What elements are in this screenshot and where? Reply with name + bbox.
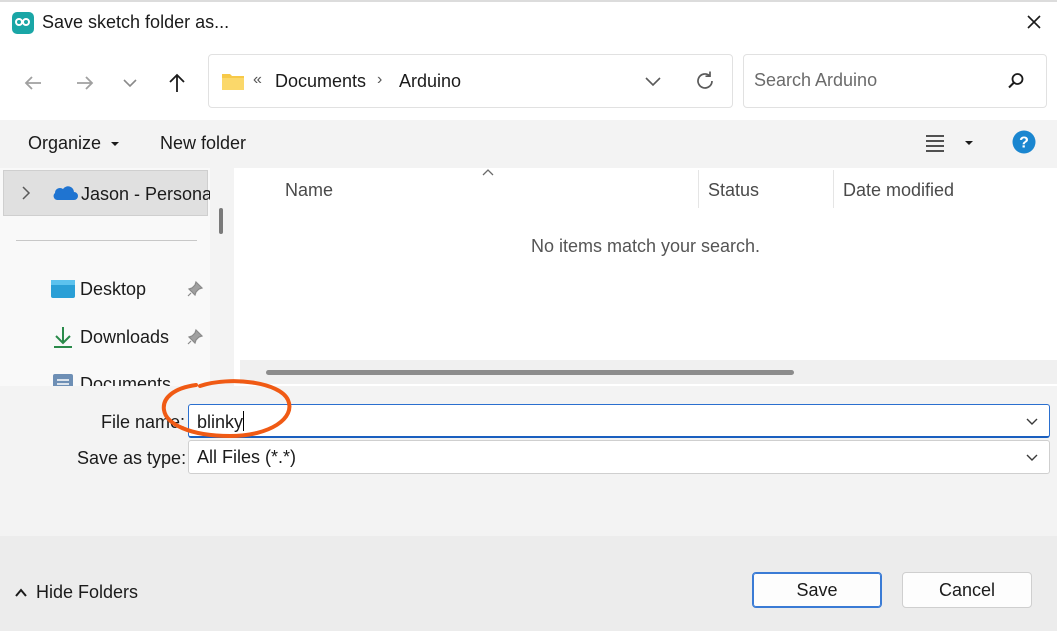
sidebar-divider xyxy=(16,240,197,241)
new-folder-button[interactable]: New folder xyxy=(160,133,246,154)
save-type-dropdown[interactable]: All Files (*.*) xyxy=(188,440,1050,474)
arrow-right-icon xyxy=(77,76,94,90)
sidebar-item-label: Jason - Personal xyxy=(81,184,210,204)
sidebar-item-downloads[interactable]: Downloads xyxy=(50,323,169,351)
column-header-status[interactable]: Status xyxy=(708,180,759,201)
breadcrumb-overflow[interactable]: « xyxy=(253,71,262,89)
organize-label: Organize xyxy=(28,133,102,153)
sidebar-item-label: Desktop xyxy=(80,278,147,299)
column-header-name[interactable]: Name xyxy=(285,180,333,201)
folder-icon xyxy=(222,74,244,90)
scrollbar-thumb[interactable] xyxy=(266,370,794,375)
sidebar-item-onedrive[interactable]: Jason - Personal xyxy=(3,170,210,216)
window-title: Save sketch folder as... xyxy=(42,12,230,32)
cancel-button[interactable]: Cancel xyxy=(902,572,1032,608)
chevron-up-icon xyxy=(15,587,27,597)
column-header-date-modified[interactable]: Date modified xyxy=(843,180,954,201)
list-view-icon xyxy=(926,135,944,152)
chevron-down-icon xyxy=(123,79,137,88)
save-options-pane: File name: blinky Save as type: All File… xyxy=(0,386,1057,536)
column-divider[interactable] xyxy=(698,170,699,208)
sidebar-scrollbar[interactable] xyxy=(210,168,234,386)
navigation-pane: Jason - Personal Desktop Downloads Docum… xyxy=(0,168,210,386)
file-name-value[interactable]: blinky xyxy=(197,411,245,433)
scrollbar-thumb[interactable] xyxy=(219,208,223,234)
back-button[interactable] xyxy=(18,68,48,98)
arduino-app-icon xyxy=(12,12,34,34)
address-bar[interactable]: « Documents › Arduino xyxy=(208,54,733,108)
caret-down-icon xyxy=(111,142,120,146)
hide-folders-label: Hide Folders xyxy=(36,582,139,602)
file-name-field[interactable]: blinky xyxy=(188,404,1050,438)
view-options-button[interactable] xyxy=(924,132,975,159)
breadcrumb-separator: › xyxy=(377,71,383,88)
download-icon xyxy=(54,327,72,348)
breadcrumb-arduino[interactable]: Arduino xyxy=(399,71,461,92)
recent-locations-button[interactable] xyxy=(115,68,145,98)
save-type-label: Save as type: xyxy=(77,448,187,468)
horizontal-scrollbar[interactable] xyxy=(240,360,1057,384)
svg-text:?: ? xyxy=(1019,135,1029,152)
arrow-left-icon xyxy=(24,76,41,90)
arrow-up-icon xyxy=(169,73,185,92)
column-divider[interactable] xyxy=(833,170,834,208)
search-box[interactable] xyxy=(743,54,1047,108)
empty-state-message: No items match your search. xyxy=(530,236,761,256)
documents-icon xyxy=(53,374,73,386)
sidebar-item-documents[interactable]: Documents xyxy=(50,370,171,386)
up-button[interactable] xyxy=(162,68,192,98)
save-type-value: All Files (*.*) xyxy=(197,447,297,467)
caret-down-icon xyxy=(965,141,974,145)
search-icon xyxy=(1008,73,1024,89)
sidebar-item-label: Documents xyxy=(80,373,172,387)
title-bar: Save sketch folder as... xyxy=(0,0,1057,44)
file-name-label: File name: xyxy=(101,412,186,432)
sidebar-item-desktop[interactable]: Desktop xyxy=(50,275,146,303)
hide-folders-button[interactable]: Hide Folders xyxy=(14,582,138,603)
chevron-right-icon[interactable] xyxy=(20,185,32,201)
search-input[interactable] xyxy=(754,70,994,91)
chevron-down-icon[interactable] xyxy=(1023,412,1041,430)
pin-icon[interactable] xyxy=(186,328,204,346)
forward-button[interactable] xyxy=(70,68,100,98)
close-icon xyxy=(1027,15,1041,29)
text-cursor xyxy=(243,411,245,431)
chevron-down-icon[interactable] xyxy=(1023,448,1041,466)
address-dropdown-icon[interactable] xyxy=(643,71,663,91)
dialog-footer: Hide Folders Save Cancel xyxy=(0,536,1057,631)
help-button[interactable]: ? xyxy=(1012,130,1036,159)
navigation-bar: « Documents › Arduino xyxy=(0,44,1057,120)
onedrive-cloud-icon xyxy=(53,186,78,200)
refresh-icon[interactable] xyxy=(693,69,717,93)
file-list: Name Status Date modified No items match… xyxy=(234,168,1057,386)
command-bar: Organize New folder ? xyxy=(0,120,1057,168)
help-icon: ? xyxy=(1012,130,1036,154)
sidebar-item-label: Downloads xyxy=(80,326,170,347)
close-button[interactable] xyxy=(1011,2,1057,44)
save-button[interactable]: Save xyxy=(752,572,882,608)
desktop-icon xyxy=(51,280,75,298)
breadcrumb-documents[interactable]: Documents xyxy=(275,71,366,92)
organize-button[interactable]: Organize xyxy=(28,133,120,154)
sort-ascending-icon xyxy=(482,169,494,176)
pin-icon[interactable] xyxy=(186,280,204,298)
